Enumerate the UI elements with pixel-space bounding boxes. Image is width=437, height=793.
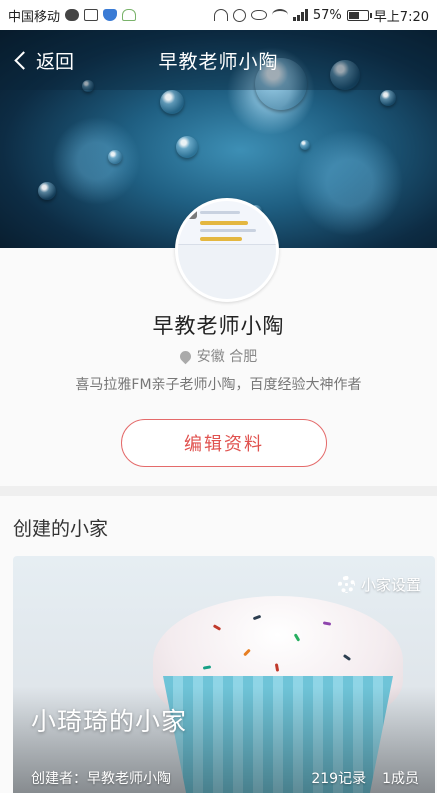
family-name: 小琦琦的小家 bbox=[31, 707, 188, 736]
status-bar-left: 中国移动 bbox=[8, 6, 137, 25]
back-label: 返回 bbox=[36, 50, 75, 73]
profile-name: 早教老师小陶 bbox=[152, 314, 285, 338]
water-drop bbox=[38, 182, 56, 200]
eye-icon bbox=[250, 10, 267, 20]
alarm-icon bbox=[232, 8, 246, 22]
family-card[interactable]: 小家设置 小琦琦的小家 创建者：早教老师小陶 219记录 1成员 bbox=[13, 556, 435, 793]
shield-icon bbox=[103, 9, 118, 21]
location-label: 安徽 合肥 bbox=[196, 349, 258, 365]
family-settings-label: 小家设置 bbox=[360, 576, 421, 594]
family-creator: 创建者：早教老师小陶 bbox=[31, 771, 171, 787]
water-drop bbox=[300, 140, 310, 150]
family-meta: 创建者：早教老师小陶 219记录 1成员 bbox=[31, 768, 419, 788]
edit-profile-button[interactable]: 编辑资料 bbox=[121, 419, 327, 467]
family-records: 219记录 bbox=[311, 771, 367, 787]
section-title: 创建的小家 bbox=[13, 518, 109, 540]
location-pin-icon bbox=[177, 348, 194, 364]
family-settings-button[interactable]: 小家设置 bbox=[337, 574, 421, 595]
chevron-left-icon bbox=[14, 50, 33, 70]
avatar[interactable] bbox=[175, 198, 279, 302]
water-drop bbox=[160, 90, 184, 114]
water-drop bbox=[108, 150, 122, 164]
water-drop bbox=[176, 136, 198, 158]
gear-icon bbox=[337, 576, 355, 593]
family-members: 1成员 bbox=[382, 771, 419, 787]
signal-icon bbox=[292, 9, 308, 21]
headphones-icon bbox=[213, 9, 228, 21]
status-bar-right: 57% 早上7:20 bbox=[213, 6, 429, 25]
battery-icon bbox=[346, 9, 372, 21]
carrier-label: 中国移动 bbox=[8, 9, 61, 25]
water-drop bbox=[380, 90, 396, 106]
activity-icon bbox=[84, 9, 99, 21]
profile-location: 安徽 合肥 bbox=[0, 346, 437, 366]
battery-percent: 57% bbox=[312, 7, 342, 23]
page-title: 早教老师小陶 bbox=[158, 50, 279, 73]
back-button[interactable]: 返回 bbox=[12, 30, 74, 90]
nav-bar: 返回 早教老师小陶 bbox=[0, 30, 437, 90]
profile-bio: 喜马拉雅FM亲子老师小陶，百度经验大神作者 bbox=[75, 377, 362, 393]
wifi-icon bbox=[271, 9, 288, 21]
wechat-icon bbox=[65, 9, 80, 21]
clock: 早上7:20 bbox=[373, 9, 429, 25]
status-bar: 中国移动 57% 早上7:20 bbox=[0, 0, 437, 30]
notification-icon bbox=[122, 9, 137, 21]
